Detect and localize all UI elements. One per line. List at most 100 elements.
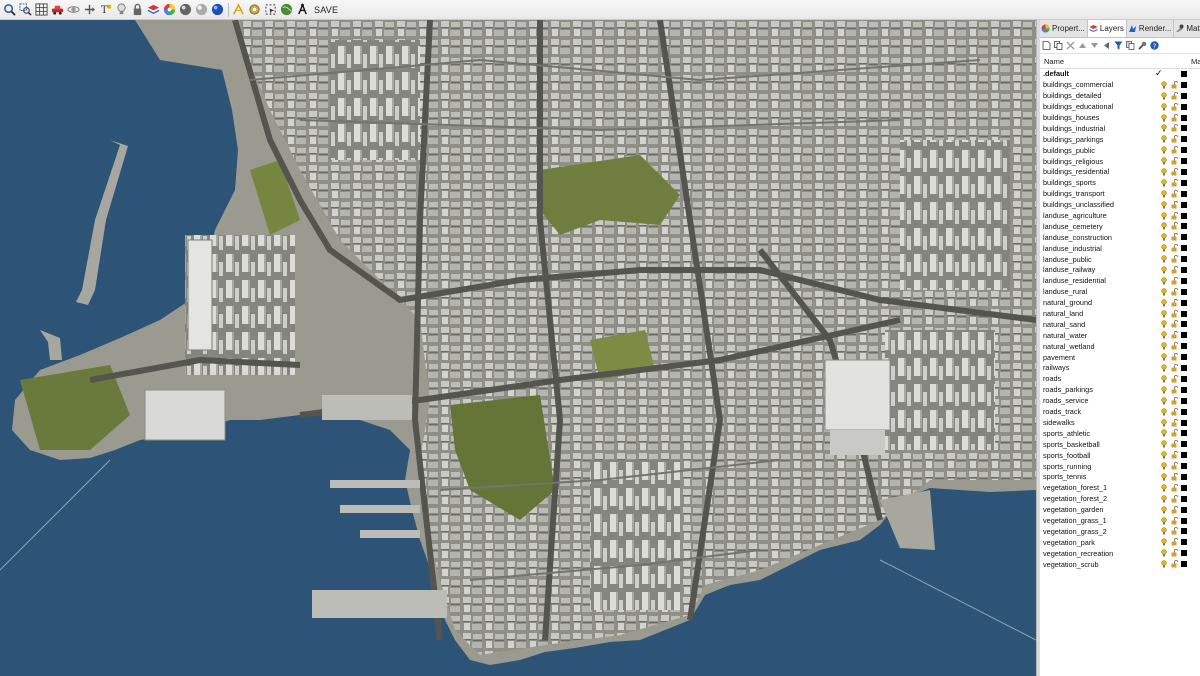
layer-color-swatch[interactable] <box>1181 343 1187 350</box>
layer-color-swatch[interactable] <box>1181 288 1187 295</box>
visibility-bulb-icon[interactable] <box>1161 320 1167 328</box>
layer-color-swatch[interactable] <box>1181 267 1187 274</box>
move-up-icon[interactable] <box>1078 41 1087 50</box>
layer-row[interactable]: sports_tennis <box>1040 472 1200 483</box>
layer-name[interactable]: buildings_industrial <box>1040 124 1161 134</box>
visibility-bulb-icon[interactable] <box>1161 516 1167 525</box>
layer-name[interactable]: landuse_industrial <box>1040 244 1161 254</box>
layer-row[interactable]: landuse_cemetery <box>1040 221 1200 232</box>
tab-materials[interactable]: Materials <box>1174 20 1200 37</box>
layer-row[interactable]: vegetation_park <box>1040 537 1200 548</box>
layer-name[interactable]: buildings_parkings <box>1040 135 1161 145</box>
tab-properties[interactable]: Propert... <box>1040 20 1088 37</box>
visibility-bulb-icon[interactable] <box>1161 179 1167 187</box>
selection-icon[interactable] <box>263 2 278 17</box>
move-down-icon[interactable] <box>1090 41 1099 50</box>
layer-name[interactable]: landuse_cemetery <box>1040 222 1161 232</box>
layer-row[interactable]: sports_athletic <box>1040 428 1200 439</box>
layer-name[interactable]: sidewalks <box>1040 418 1161 428</box>
layer-row[interactable]: landuse_construction <box>1040 232 1200 243</box>
lock-open-icon[interactable] <box>1171 113 1178 122</box>
visibility-bulb-icon[interactable] <box>1161 146 1167 154</box>
layer-color-swatch[interactable] <box>1181 441 1187 448</box>
layer-row[interactable]: buildings_detailed <box>1040 91 1200 102</box>
visibility-bulb-icon[interactable] <box>1161 484 1167 492</box>
layer-row[interactable]: roads <box>1040 374 1200 385</box>
layer-color-swatch[interactable] <box>1181 147 1187 154</box>
grid-icon[interactable] <box>34 2 49 17</box>
layer-name[interactable]: sports_tennis <box>1040 472 1161 482</box>
visibility-bulb-icon[interactable] <box>1161 266 1167 274</box>
layer-color-swatch[interactable] <box>1181 81 1187 88</box>
layer-color-swatch[interactable] <box>1181 452 1187 459</box>
layer-color-swatch[interactable] <box>1181 561 1187 568</box>
layer-row[interactable]: buildings_sports <box>1040 178 1200 189</box>
layer-name[interactable]: sports_football <box>1040 451 1161 461</box>
layer-color-swatch[interactable] <box>1181 539 1187 546</box>
lock-open-icon[interactable] <box>1171 418 1178 427</box>
lock-open-icon[interactable] <box>1171 124 1178 132</box>
layer-name[interactable]: railways <box>1040 363 1161 373</box>
layer-name[interactable]: buildings_detailed <box>1040 91 1161 101</box>
lock-open-icon[interactable] <box>1171 102 1178 111</box>
layer-color-swatch[interactable] <box>1181 158 1187 165</box>
layer-color-swatch[interactable] <box>1181 473 1187 480</box>
visibility-bulb-icon[interactable] <box>1161 299 1167 307</box>
lock-open-icon[interactable] <box>1171 189 1178 198</box>
lock-open-icon[interactable] <box>1171 451 1178 459</box>
layer-row[interactable]: landuse_railway <box>1040 265 1200 276</box>
visibility-bulb-icon[interactable] <box>1161 222 1167 230</box>
layer-row[interactable]: buildings_unclassified <box>1040 200 1200 211</box>
layer-color-swatch[interactable] <box>1181 517 1187 524</box>
layer-row[interactable]: buildings_houses <box>1040 113 1200 124</box>
layer-name[interactable]: vegetation_park <box>1040 538 1161 548</box>
visibility-bulb-icon[interactable] <box>1161 157 1167 165</box>
3d-viewport[interactable] <box>0 20 1036 676</box>
layer-name[interactable]: buildings_residential <box>1040 167 1161 177</box>
layer-color-swatch[interactable] <box>1181 71 1187 77</box>
visibility-bulb-icon[interactable] <box>1161 495 1167 503</box>
layer-color-swatch[interactable] <box>1181 375 1187 382</box>
sphere-icon[interactable] <box>178 2 193 17</box>
new-sublayer-icon[interactable] <box>1054 41 1063 50</box>
car-icon[interactable] <box>50 2 65 17</box>
lock-open-icon[interactable] <box>1171 157 1178 165</box>
lock-open-icon[interactable] <box>1171 494 1178 503</box>
column-name-header[interactable]: Name <box>1040 57 1190 66</box>
lock-open-icon[interactable] <box>1171 320 1178 328</box>
layer-row[interactable]: vegetation_grass_2 <box>1040 526 1200 537</box>
lock-open-icon[interactable] <box>1171 342 1178 350</box>
layer-color-swatch[interactable] <box>1181 179 1187 186</box>
visibility-bulb-icon[interactable] <box>1161 429 1167 437</box>
layer-name[interactable]: buildings_unclassified <box>1040 200 1161 210</box>
layer-row[interactable]: landuse_agriculture <box>1040 211 1200 222</box>
layer-color-swatch[interactable] <box>1181 256 1187 263</box>
color-wheel-icon[interactable] <box>162 2 177 17</box>
layer-color-swatch[interactable] <box>1181 506 1187 513</box>
layer-row[interactable]: buildings_residential <box>1040 167 1200 178</box>
lock-open-icon[interactable] <box>1171 429 1178 437</box>
visibility-bulb-icon[interactable] <box>1161 353 1167 361</box>
layer-row[interactable]: natural_land <box>1040 309 1200 320</box>
layer-name[interactable]: buildings_transport <box>1040 189 1161 199</box>
layer-row[interactable]: buildings_parkings <box>1040 134 1200 145</box>
light-icon[interactable] <box>114 2 129 17</box>
lock-open-icon[interactable] <box>1171 222 1178 230</box>
lock-open-icon[interactable] <box>1171 244 1178 252</box>
visibility-bulb-icon[interactable] <box>1161 92 1167 100</box>
layer-name[interactable]: buildings_commercial <box>1040 80 1161 90</box>
layer-color-swatch[interactable] <box>1181 463 1187 470</box>
layer-name[interactable]: .default <box>1040 69 1161 79</box>
layer-name[interactable]: pavement <box>1040 353 1161 363</box>
globe-icon[interactable] <box>210 2 225 17</box>
layer-name[interactable]: landuse_agriculture <box>1040 211 1161 221</box>
visibility-bulb-icon[interactable] <box>1161 103 1167 111</box>
move-out-icon[interactable] <box>1102 41 1111 50</box>
layer-row[interactable]: sports_running <box>1040 461 1200 472</box>
layer-color-swatch[interactable] <box>1181 190 1187 197</box>
visibility-bulb-icon[interactable] <box>1161 527 1167 535</box>
layer-name[interactable]: roads_service <box>1040 396 1161 406</box>
layer-name[interactable]: natural_water <box>1040 331 1161 341</box>
layer-color-swatch[interactable] <box>1181 201 1187 208</box>
visibility-bulb-icon[interactable] <box>1161 277 1167 285</box>
